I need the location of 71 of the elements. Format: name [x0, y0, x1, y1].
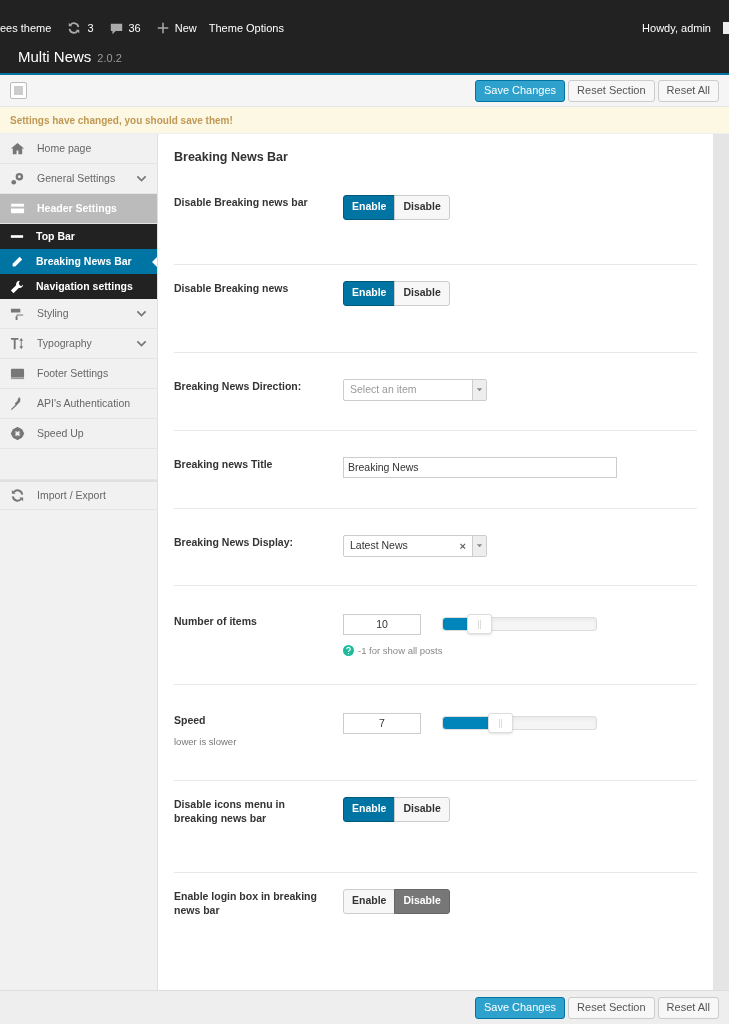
field-label: Disable Breaking news bar — [174, 194, 309, 209]
field-label: Breaking News Display: — [174, 534, 295, 549]
theme-options-link[interactable]: Theme Options — [208, 19, 284, 37]
new-link[interactable]: New — [174, 19, 197, 37]
bar-icon — [10, 235, 24, 238]
chevron-icon — [136, 308, 147, 319]
text-height-icon — [10, 336, 25, 351]
greeting-link[interactable]: Howdy, admin — [642, 19, 711, 37]
sidebar-item[interactable]: API's Authentication — [0, 389, 157, 419]
sidebar-item[interactable]: Typography — [0, 329, 157, 359]
switch-option[interactable]: Disable — [394, 194, 450, 220]
plus-icon — [156, 22, 169, 34]
dropdown-arrow-icon — [476, 386, 483, 394]
field-hint: -1 for show all posts — [358, 643, 443, 658]
field-description: lower is slower — [174, 734, 238, 749]
dropdown-arrow-icon — [476, 542, 483, 550]
switch-option[interactable]: Enable — [343, 888, 396, 914]
field-label: Disable icons menu in breaking news bar — [174, 796, 286, 825]
help-icon — [343, 645, 354, 657]
sidebar-item[interactable]: Styling — [0, 299, 157, 329]
lifebuoy-icon — [10, 426, 25, 441]
field-label: Enable login box in breaking news bar — [174, 888, 318, 917]
switch-option[interactable]: Enable — [343, 280, 396, 306]
reset-button[interactable]: Reset Section — [568, 996, 655, 1019]
field-label: Number of items — [174, 613, 258, 628]
pencil-icon — [10, 254, 24, 269]
monitor-icon — [10, 366, 25, 381]
field-label: Disable Breaking news — [174, 280, 290, 295]
section-title: Breaking News Bar — [174, 149, 289, 166]
panel-toggle-icon[interactable] — [10, 82, 27, 99]
sidebar-item[interactable]: Footer Settings — [0, 359, 157, 389]
select-field[interactable]: Latest News × — [343, 534, 487, 557]
comment-icon — [109, 21, 123, 35]
slider-handle[interactable] — [488, 713, 514, 734]
sidebar-item[interactable]: Speed Up — [0, 419, 157, 449]
home-icon — [10, 141, 25, 156]
field-label: Breaking news Title — [174, 456, 274, 471]
theme-title: Multi News — [18, 47, 92, 67]
gears-icon — [10, 171, 25, 186]
chevron-icon — [136, 173, 147, 184]
site-link[interactable]: ees theme — [0, 19, 52, 37]
reset-button[interactable]: Reset Section — [568, 79, 655, 102]
number-field[interactable]: 10 — [343, 613, 421, 635]
sidebar-subitem[interactable]: Breaking News Bar — [0, 249, 157, 274]
theme-version: 2.0.2 — [97, 51, 122, 66]
number-field[interactable]: 7 — [343, 712, 421, 734]
clear-icon[interactable]: × — [459, 537, 466, 554]
comments-count[interactable]: 36 — [128, 19, 141, 37]
sidebar-subitem[interactable]: Top Bar — [0, 224, 157, 249]
refresh-icon — [10, 488, 25, 503]
updates-count[interactable]: 3 — [87, 19, 94, 37]
text-field[interactable]: Breaking News — [343, 456, 617, 478]
sidebar-item[interactable]: Home page — [0, 134, 157, 164]
refresh-icon — [67, 21, 82, 35]
switch-option[interactable]: Disable — [394, 280, 450, 306]
reset-button[interactable]: Reset All — [657, 996, 719, 1019]
avatar[interactable] — [723, 22, 729, 34]
switch-option[interactable]: Disable — [394, 888, 450, 914]
notice-text: Settings have changed, you should save them! — [9, 113, 233, 128]
slider-handle[interactable] — [467, 614, 492, 635]
field-label: Speed — [174, 712, 207, 727]
chevron-icon — [136, 338, 147, 349]
switch-option[interactable]: Enable — [343, 796, 396, 822]
sidebar-subitem[interactable]: Navigation settings — [0, 274, 157, 299]
switch-option[interactable]: Disable — [394, 796, 450, 822]
card-icon — [10, 201, 25, 216]
field-label: Breaking News Direction: — [174, 378, 303, 393]
reset-button[interactable]: Reset All — [657, 79, 719, 102]
paint-roller-icon — [10, 306, 25, 321]
switch-option[interactable]: Enable — [343, 194, 396, 220]
sidebar-item[interactable]: Import / Export — [0, 480, 157, 510]
